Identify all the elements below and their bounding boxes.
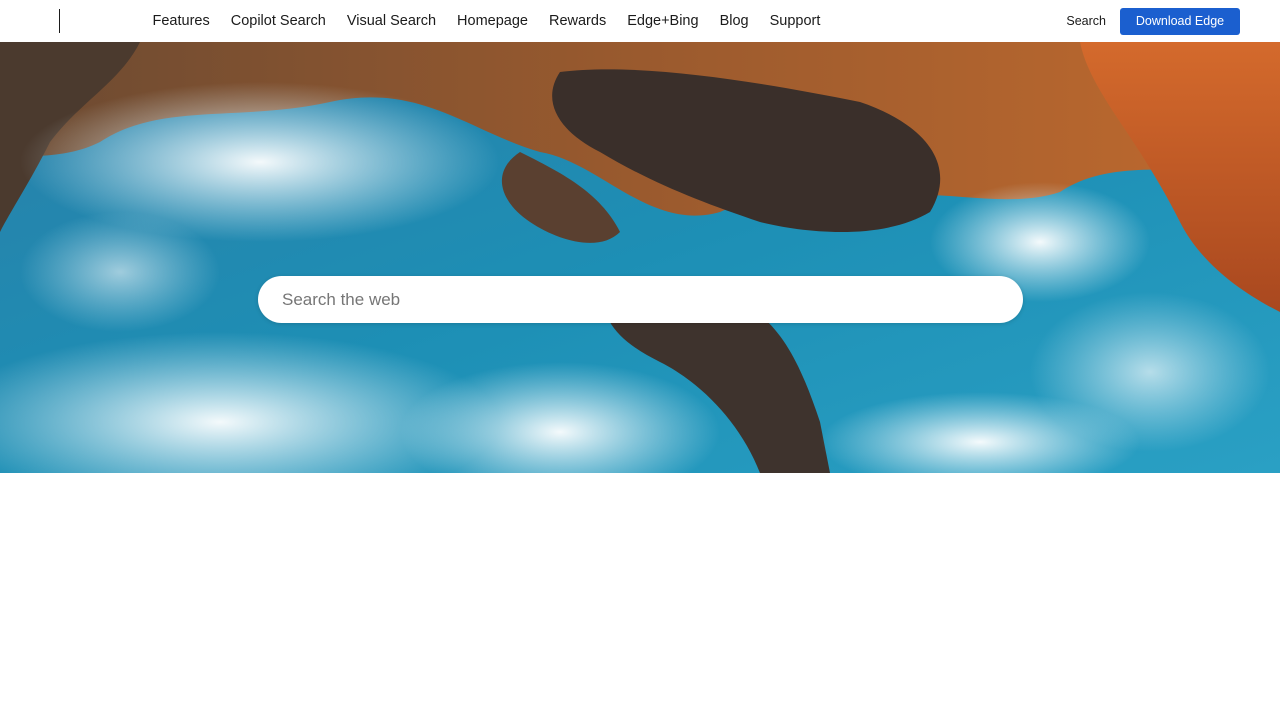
search-input[interactable] [280,288,1023,311]
nav-item-rewards[interactable]: Rewards [538,0,616,42]
hero-background-image [0,42,1280,473]
search-link[interactable]: Search [1066,14,1106,28]
nav-item-support[interactable]: Support [759,0,831,42]
download-edge-button[interactable]: Download Edge [1120,7,1240,35]
hero-section [0,42,1280,473]
top-navigation-bar: Features Copilot Search Visual Search Ho… [0,0,1280,42]
brand-divider [59,9,60,33]
main-nav: Features Copilot Search Visual Search Ho… [142,0,831,42]
nav-item-features[interactable]: Features [142,0,220,42]
nav-item-blog[interactable]: Blog [709,0,759,42]
nav-item-visual-search[interactable]: Visual Search [336,0,446,42]
hero-search-box[interactable] [258,276,1023,323]
nav-item-homepage[interactable]: Homepage [447,0,539,42]
nav-item-copilot-search[interactable]: Copilot Search [220,0,336,42]
nav-item-edge-bing[interactable]: Edge+Bing [617,0,709,42]
header-actions: Search Download Edge [1066,0,1240,42]
